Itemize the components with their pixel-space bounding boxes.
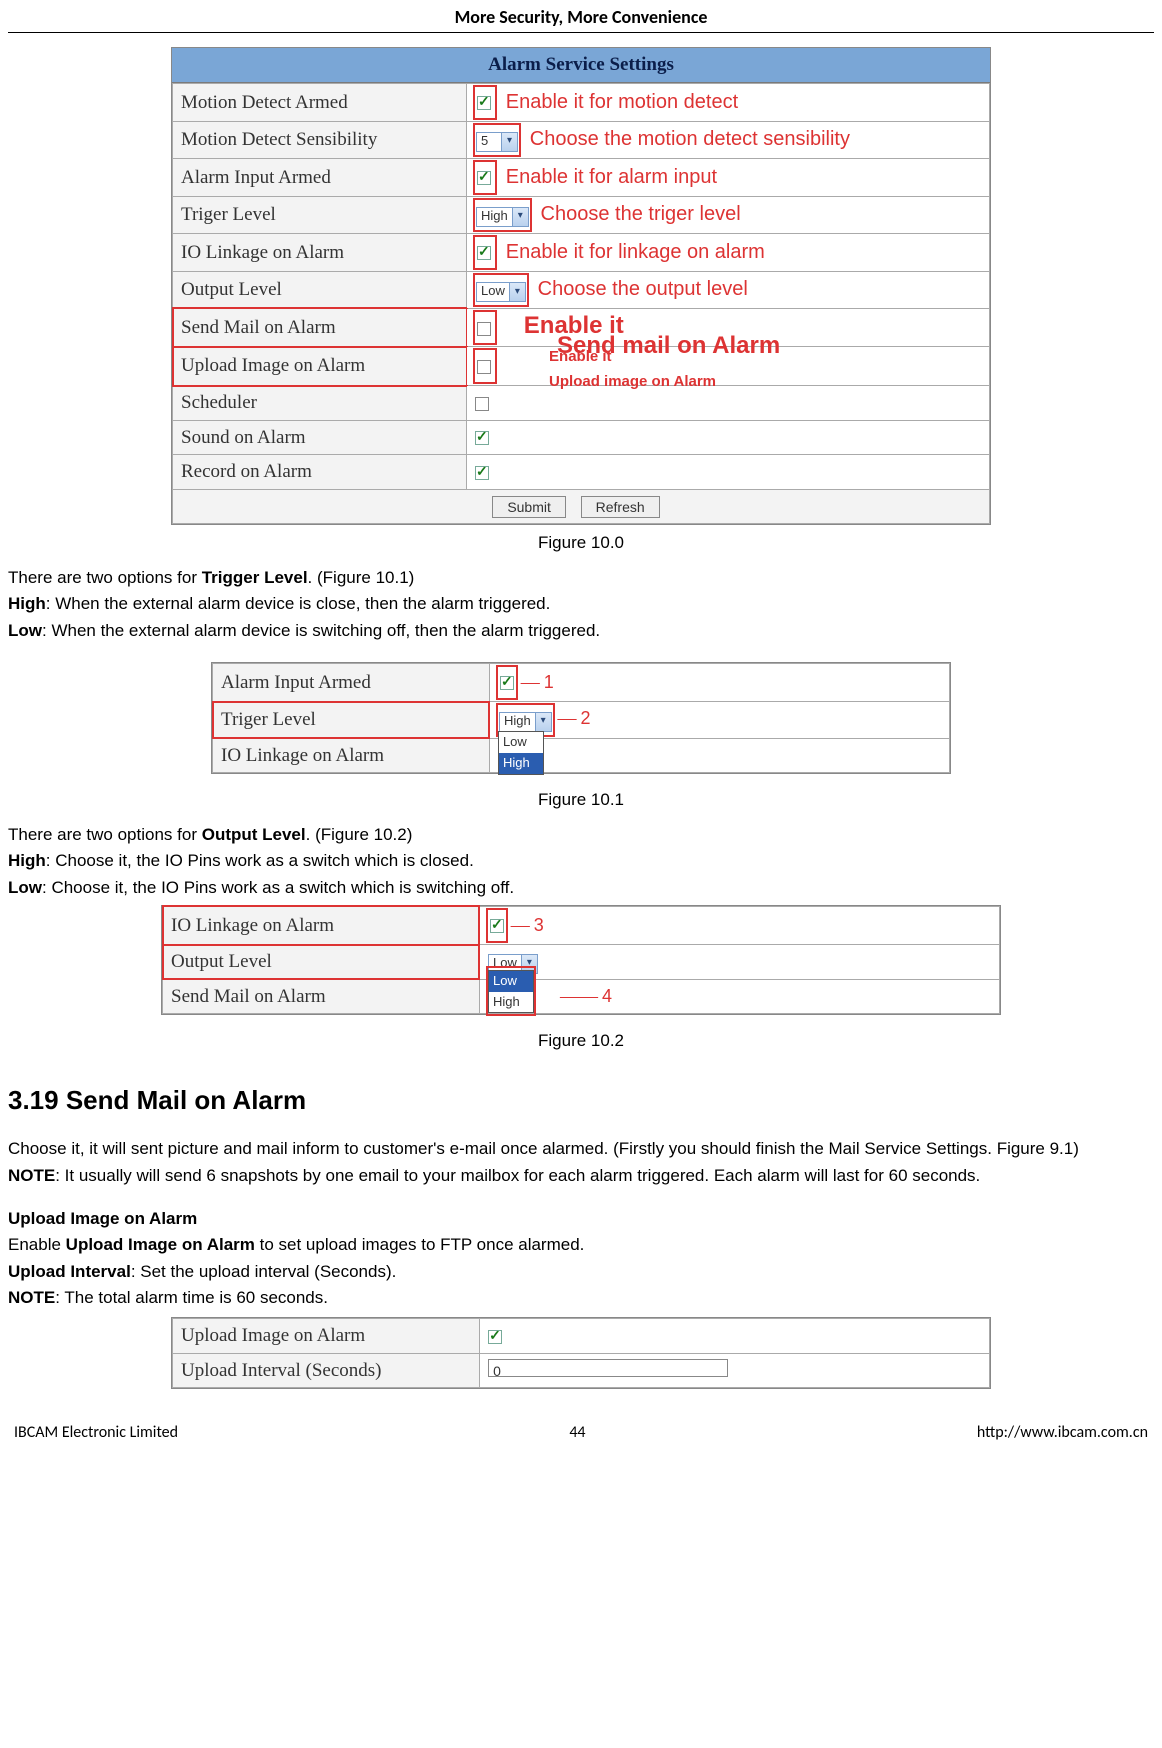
chevron-down-icon: ▾ <box>509 283 525 301</box>
figure-caption: Figure 10.2 <box>8 1029 1154 1054</box>
dropdown-options[interactable]: Low High <box>498 731 544 775</box>
footer-left: IBCAM Electronic Limited <box>14 1421 178 1444</box>
annotation: Choose the motion detect sensibility <box>530 128 850 150</box>
label-trigger-level: Triger Level <box>173 197 467 234</box>
dropdown-options[interactable]: Low High <box>488 970 534 1014</box>
figure-caption: Figure 10.0 <box>8 531 1154 556</box>
input-upload-interval[interactable]: 0 <box>488 1359 728 1377</box>
label-output-level: Output Level <box>173 272 467 309</box>
page-header: More Security, More Convenience <box>8 0 1154 33</box>
checkbox-send-mail[interactable] <box>477 322 491 336</box>
label-scheduler: Scheduler <box>173 386 467 421</box>
refresh-button[interactable]: Refresh <box>581 496 660 518</box>
annotation: Enable it <box>549 349 612 366</box>
label-record-on-alarm: Record on Alarm <box>173 455 467 490</box>
checkbox-io-linkage[interactable] <box>477 246 491 260</box>
section-heading: 3.19 Send Mail on Alarm <box>8 1082 1154 1120</box>
label-alarm-input-armed: Alarm Input Armed <box>213 663 490 702</box>
label-io-linkage: IO Linkage on Alarm <box>213 738 490 773</box>
chevron-down-icon: ▾ <box>535 713 551 731</box>
annotation: Enable it for alarm input <box>506 166 717 188</box>
figure-10-0: Alarm Service Settings Motion Detect Arm… <box>8 47 1154 556</box>
select-trigger-level[interactable]: High▾ <box>499 712 552 732</box>
label-send-mail: Send Mail on Alarm <box>163 979 480 1014</box>
callout-3: 3 <box>534 915 544 935</box>
footer-right: http://www.ibcam.com.cn <box>977 1421 1148 1444</box>
checkbox-motion-detect-armed[interactable] <box>477 96 491 110</box>
checkbox-sound-on-alarm[interactable] <box>475 431 489 445</box>
figure-10-1: Alarm Input Armed —1 Triger Level High▾ … <box>8 662 1154 813</box>
callout-2: 2 <box>580 708 590 728</box>
submit-button[interactable]: Submit <box>492 496 566 518</box>
label-io-linkage: IO Linkage on Alarm <box>163 906 480 945</box>
figure-upload-interval: Upload Image on Alarm Upload Interval (S… <box>8 1317 1154 1397</box>
checkbox-alarm-input-armed[interactable] <box>477 171 491 185</box>
annotation: Choose the output level <box>538 278 748 300</box>
label-output-level: Output Level <box>163 945 480 980</box>
text-block: Upload Image on Alarm Enable Upload Imag… <box>8 1207 1154 1312</box>
label-upload-interval: Upload Interval (Seconds) <box>173 1353 480 1388</box>
callout-4: 4 <box>602 986 612 1006</box>
select-trigger-level[interactable]: High▾ <box>476 207 529 227</box>
text-block: There are two options for Trigger Level.… <box>8 566 1154 644</box>
checkbox-alarm-input-armed[interactable] <box>500 676 514 690</box>
label-sound-on-alarm: Sound on Alarm <box>173 420 467 455</box>
label-upload-image: Upload Image on Alarm <box>173 347 467 386</box>
label-motion-detect-armed: Motion Detect Armed <box>173 83 467 122</box>
label-send-mail: Send Mail on Alarm <box>173 308 467 347</box>
annotation: Upload image on Alarm <box>549 374 716 391</box>
checkbox-record-on-alarm[interactable] <box>475 466 489 480</box>
annotation: Enable it for linkage on alarm <box>506 241 765 263</box>
checkbox-scheduler[interactable] <box>475 397 489 411</box>
figure-10-2: IO Linkage on Alarm —3 Output Level Low▾… <box>8 905 1154 1054</box>
text-block: Choose it, it will sent picture and mail… <box>8 1137 1154 1188</box>
callout-1: 1 <box>544 672 554 692</box>
label-trigger-level: Triger Level <box>213 702 490 739</box>
panel-title: Alarm Service Settings <box>172 48 990 83</box>
checkbox-io-linkage[interactable] <box>490 919 504 933</box>
label-motion-detect-sensibility: Motion Detect Sensibility <box>173 122 467 159</box>
footer-page: 44 <box>569 1421 585 1444</box>
annotation: Enable it for motion detect <box>506 91 738 113</box>
annotation: Choose the triger level <box>541 203 741 225</box>
chevron-down-icon: ▾ <box>512 208 528 226</box>
checkbox-upload-image[interactable] <box>477 360 491 374</box>
chevron-down-icon: ▾ <box>501 133 517 151</box>
label-upload-image: Upload Image on Alarm <box>173 1319 480 1354</box>
page-footer: IBCAM Electronic Limited 44 http://www.i… <box>8 1407 1154 1452</box>
figure-caption: Figure 10.1 <box>8 788 1154 813</box>
checkbox-upload-image[interactable] <box>488 1330 502 1344</box>
select-sensibility[interactable]: 5▾ <box>476 132 518 152</box>
label-io-linkage: IO Linkage on Alarm <box>173 233 467 272</box>
select-output-level[interactable]: Low▾ <box>476 282 526 302</box>
text-block: There are two options for Output Level. … <box>8 823 1154 901</box>
label-alarm-input-armed: Alarm Input Armed <box>173 158 467 197</box>
